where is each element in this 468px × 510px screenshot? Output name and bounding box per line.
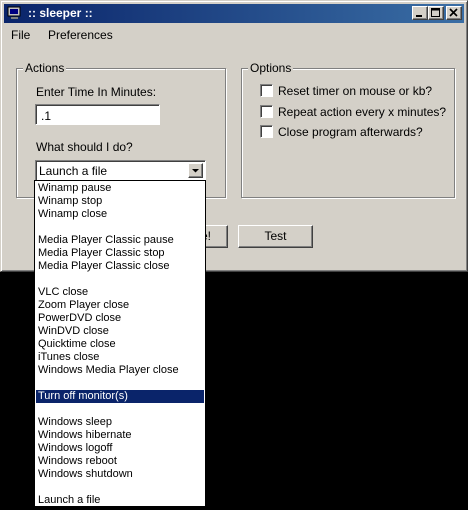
action-dropdown-list[interactable]: Winamp pause Winamp stop Winamp close Media… [34, 180, 206, 507]
dropdown-option[interactable]: Media Player Classic close [36, 260, 204, 273]
close-program-label: Close program afterwards? [278, 125, 423, 139]
close-icon [449, 8, 458, 17]
title-bar[interactable]: :: sleeper :: [4, 4, 464, 23]
repeat-action-label: Repeat action every x minutes? [278, 105, 447, 119]
repeat-action-checkbox[interactable] [260, 105, 273, 118]
test-button[interactable]: Test [238, 225, 313, 248]
dropdown-option[interactable]: Media Player Classic pause [36, 234, 204, 247]
window-title: :: sleeper :: [28, 6, 93, 20]
reset-timer-checkbox[interactable] [260, 84, 273, 97]
dropdown-option[interactable]: Launch a file [36, 494, 204, 506]
options-group-title: Options [248, 61, 294, 75]
close-button[interactable] [446, 6, 462, 20]
dropdown-option[interactable]: Windows Media Player close [36, 364, 204, 377]
minimize-icon [416, 15, 422, 17]
reset-timer-label: Reset timer on mouse or kb? [278, 84, 433, 98]
maximize-icon [431, 8, 440, 17]
dropdown-arrow-button[interactable] [188, 163, 203, 178]
dropdown-separator[interactable] [36, 273, 204, 286]
time-label: Enter Time In Minutes: [36, 85, 157, 99]
minimize-button[interactable] [412, 6, 428, 20]
what-label: What should I do? [36, 140, 133, 154]
dropdown-option[interactable]: VLC close [36, 286, 204, 299]
maximize-button[interactable] [428, 6, 444, 20]
close-program-checkbox[interactable] [260, 125, 273, 138]
dropdown-option[interactable]: WinDVD close [36, 325, 204, 338]
dropdown-separator[interactable] [36, 481, 204, 494]
dropdown-option[interactable]: Windows hibernate [36, 429, 204, 442]
time-input[interactable]: .1 [35, 104, 160, 125]
app-icon [7, 6, 22, 20]
action-select-value: Launch a file [39, 164, 108, 178]
dropdown-option[interactable]: Quicktime close [36, 338, 204, 351]
dropdown-option[interactable]: Winamp close [36, 208, 204, 221]
dropdown-option[interactable]: iTunes close [36, 351, 204, 364]
dropdown-option[interactable]: Turn off monitor(s) [36, 390, 204, 403]
dropdown-option[interactable]: PowerDVD close [36, 312, 204, 325]
action-select[interactable]: Launch a file [35, 160, 206, 181]
test-button-label: Test [264, 229, 287, 243]
dropdown-option[interactable]: Winamp pause [36, 182, 204, 195]
dropdown-separator[interactable] [36, 377, 204, 390]
menu-preferences[interactable]: Preferences [48, 28, 113, 42]
dropdown-option[interactable]: Winamp stop [36, 195, 204, 208]
dropdown-option[interactable]: Media Player Classic stop [36, 247, 204, 260]
menu-file[interactable]: File [11, 28, 30, 42]
dropdown-option[interactable]: Windows reboot [36, 455, 204, 468]
dropdown-separator[interactable] [36, 403, 204, 416]
actions-group-title: Actions [23, 61, 67, 75]
dropdown-option[interactable]: Zoom Player close [36, 299, 204, 312]
dropdown-option[interactable]: Windows sleep [36, 416, 204, 429]
dropdown-option[interactable]: Windows logoff [36, 442, 204, 455]
chevron-down-icon [192, 169, 199, 173]
menu-bar: File Preferences [4, 25, 464, 44]
dropdown-separator[interactable] [36, 221, 204, 234]
dropdown-option[interactable]: Windows shutdown [36, 468, 204, 481]
